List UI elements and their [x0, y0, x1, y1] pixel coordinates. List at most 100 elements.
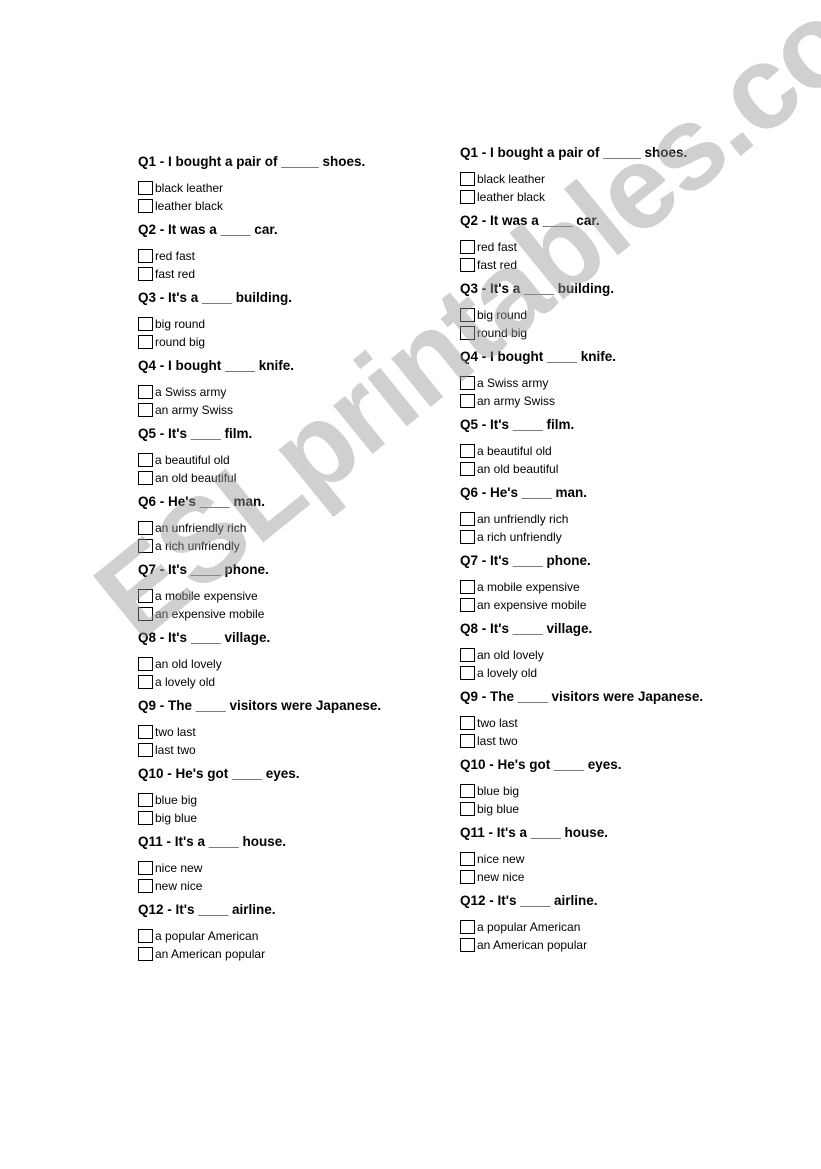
answer-option[interactable]: an army Swiss: [138, 399, 398, 417]
checkbox[interactable]: [460, 802, 475, 816]
answer-option[interactable]: a beautiful old: [460, 440, 740, 458]
checkbox[interactable]: [138, 929, 153, 943]
checkbox[interactable]: [460, 394, 475, 408]
answer-option[interactable]: blue big: [138, 789, 398, 807]
answer-option[interactable]: big round: [460, 304, 740, 322]
checkbox[interactable]: [460, 240, 475, 254]
answer-option[interactable]: an expensive mobile: [460, 594, 740, 612]
checkbox[interactable]: [138, 793, 153, 807]
answer-option[interactable]: red fast: [460, 236, 740, 254]
answer-option[interactable]: an American popular: [460, 934, 740, 952]
answer-option[interactable]: an old lovely: [138, 653, 398, 671]
checkbox[interactable]: [460, 580, 475, 594]
answer-option[interactable]: an unfriendly rich: [138, 517, 398, 535]
answer-option[interactable]: black leather: [460, 168, 740, 186]
answer-option[interactable]: an American popular: [138, 943, 398, 961]
answer-option[interactable]: new nice: [460, 866, 740, 884]
answer-option[interactable]: nice new: [138, 857, 398, 875]
checkbox[interactable]: [138, 947, 153, 961]
answer-option[interactable]: nice new: [460, 848, 740, 866]
option-label: an American popular: [477, 938, 588, 952]
checkbox[interactable]: [138, 385, 153, 399]
checkbox[interactable]: [138, 811, 153, 825]
checkbox[interactable]: [460, 784, 475, 798]
checkbox[interactable]: [460, 190, 475, 204]
checkbox[interactable]: [138, 335, 153, 349]
checkbox[interactable]: [138, 725, 153, 739]
answer-option[interactable]: blue big: [460, 780, 740, 798]
question-3: Q3 - It's a ____ building. big round round…: [138, 290, 398, 358]
checkbox[interactable]: [460, 598, 475, 612]
checkbox[interactable]: [460, 172, 475, 186]
answer-option[interactable]: fast red: [460, 254, 740, 272]
answer-option[interactable]: big round: [138, 313, 398, 331]
answer-option[interactable]: an unfriendly rich: [460, 508, 740, 526]
checkbox[interactable]: [460, 852, 475, 866]
checkbox[interactable]: [460, 920, 475, 934]
checkbox[interactable]: [138, 743, 153, 757]
answer-option[interactable]: leather black: [460, 186, 740, 204]
checkbox[interactable]: [138, 249, 153, 263]
checkbox[interactable]: [460, 308, 475, 322]
answer-option[interactable]: an expensive mobile: [138, 603, 398, 621]
answer-option[interactable]: last two: [460, 730, 740, 748]
answer-option[interactable]: two last: [138, 721, 398, 739]
answer-option[interactable]: a mobile expensive: [138, 585, 398, 603]
checkbox[interactable]: [138, 879, 153, 893]
checkbox[interactable]: [460, 258, 475, 272]
answer-option[interactable]: black leather: [138, 177, 398, 195]
answer-option[interactable]: two last: [460, 712, 740, 730]
answer-option[interactable]: a rich unfriendly: [138, 535, 398, 553]
checkbox[interactable]: [460, 326, 475, 340]
answer-option[interactable]: last two: [138, 739, 398, 757]
checkbox[interactable]: [460, 716, 475, 730]
answer-option[interactable]: red fast: [138, 245, 398, 263]
checkbox[interactable]: [138, 267, 153, 281]
checkbox[interactable]: [138, 471, 153, 485]
answer-option[interactable]: an army Swiss: [460, 390, 740, 408]
checkbox[interactable]: [138, 589, 153, 603]
checkbox[interactable]: [460, 512, 475, 526]
answer-option[interactable]: a lovely old: [460, 662, 740, 680]
checkbox[interactable]: [460, 666, 475, 680]
checkbox[interactable]: [138, 657, 153, 671]
checkbox[interactable]: [138, 453, 153, 467]
answer-option[interactable]: a popular American: [138, 925, 398, 943]
checkbox[interactable]: [460, 648, 475, 662]
answer-option[interactable]: a rich unfriendly: [460, 526, 740, 544]
checkbox[interactable]: [138, 675, 153, 689]
answer-option[interactable]: a Swiss army: [460, 372, 740, 390]
checkbox[interactable]: [460, 938, 475, 952]
answer-option[interactable]: a popular American: [460, 916, 740, 934]
answer-option[interactable]: a beautiful old: [138, 449, 398, 467]
checkbox[interactable]: [138, 403, 153, 417]
checkbox[interactable]: [138, 181, 153, 195]
checkbox[interactable]: [460, 444, 475, 458]
checkbox[interactable]: [138, 539, 153, 553]
answer-option[interactable]: new nice: [138, 875, 398, 893]
checkbox[interactable]: [138, 861, 153, 875]
checkbox[interactable]: [460, 870, 475, 884]
answer-option[interactable]: big blue: [138, 807, 398, 825]
answer-option[interactable]: a mobile expensive: [460, 576, 740, 594]
checkbox[interactable]: [460, 530, 475, 544]
answer-option[interactable]: a Swiss army: [138, 381, 398, 399]
answer-option[interactable]: an old beautiful: [460, 458, 740, 476]
answer-option[interactable]: fast red: [138, 263, 398, 281]
answer-option[interactable]: leather black: [138, 195, 398, 213]
checkbox[interactable]: [138, 607, 153, 621]
answer-option[interactable]: an old lovely: [460, 644, 740, 662]
answer-option[interactable]: big blue: [460, 798, 740, 816]
checkbox[interactable]: [138, 199, 153, 213]
answer-option[interactable]: round big: [460, 322, 740, 340]
checkbox[interactable]: [460, 376, 475, 390]
answer-option[interactable]: a lovely old: [138, 671, 398, 689]
answer-option[interactable]: an old beautiful: [138, 467, 398, 485]
checkbox[interactable]: [460, 462, 475, 476]
answer-option[interactable]: round big: [138, 331, 398, 349]
checkbox[interactable]: [138, 521, 153, 535]
option-label: big blue: [155, 811, 198, 825]
checkbox[interactable]: [460, 734, 475, 748]
checkbox[interactable]: [138, 317, 153, 331]
